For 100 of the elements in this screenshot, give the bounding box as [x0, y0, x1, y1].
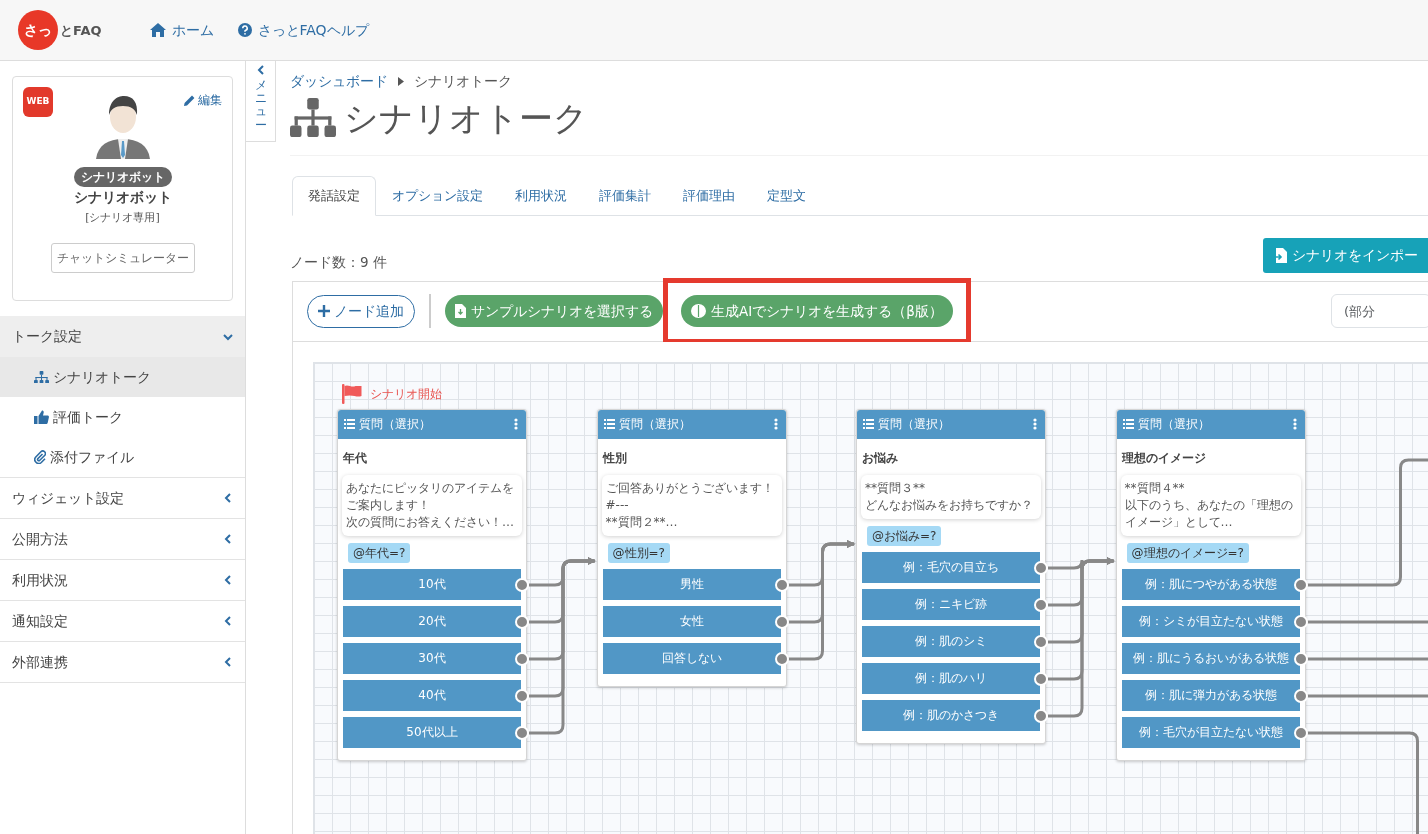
start-label: シナリオ開始	[370, 385, 442, 403]
sitemap-icon	[34, 370, 49, 384]
option-button[interactable]: 30代	[343, 642, 521, 674]
tab[interactable]: 利用状況	[499, 176, 583, 216]
option-button[interactable]: 例：肌のかさつき	[862, 699, 1040, 731]
node-title: 理想のイメージ	[1121, 449, 1207, 467]
node-type: 質問（選択）	[1137, 416, 1210, 434]
node-title: 年代	[343, 449, 368, 467]
message-line: **質問４**	[1124, 479, 1186, 497]
kebab-menu-icon[interactable]	[514, 418, 518, 431]
node-title: 性別	[602, 449, 628, 467]
sidebar-subitem[interactable]: 添付ファイル	[0, 437, 245, 477]
option-button[interactable]: 例：毛穴の目立ち	[862, 551, 1040, 583]
option-button[interactable]: 50代以上	[343, 716, 521, 748]
kebab-menu-icon[interactable]	[1033, 418, 1037, 431]
menu-toggle[interactable]: メニュー	[246, 61, 276, 142]
import-button[interactable]: シナリオをインポー	[1263, 237, 1428, 273]
help-icon	[237, 23, 252, 37]
message-line: あなたにピッタリのアイテムを	[346, 479, 515, 497]
sidebar-item[interactable]: トーク設定	[0, 316, 245, 357]
avatar-icon	[93, 93, 152, 159]
option-button[interactable]: 例：肌のシミ	[862, 625, 1040, 657]
sidebar-item[interactable]: ウィジェット設定	[0, 478, 245, 519]
role-badge: シナリオボット	[73, 167, 172, 188]
file-import-icon	[1273, 247, 1287, 263]
option-button[interactable]: 例：毛穴が目立たない状態	[1121, 716, 1300, 748]
node-title: お悩み	[862, 449, 899, 467]
variable-tag: @理想のイメージ=?	[1126, 542, 1249, 563]
node-card[interactable]: 質問（選択） お悩み **質問３** どんなお悩みをお持ちですか？ @お悩み=? 例：毛穴の目立ち 例：ニキビ跡 例：肌のシミ 例：肌のハリ 例：肌のかさつき	[856, 408, 1046, 744]
node-type: 質問（選択）	[618, 416, 691, 434]
message-line: ご案内します！	[346, 496, 431, 514]
thumbs-up-icon	[34, 410, 49, 424]
chevron-icon	[223, 657, 233, 667]
option-button[interactable]: 例：ニキビ跡	[862, 588, 1040, 620]
document-icon	[455, 304, 466, 319]
list-icon	[863, 419, 874, 430]
logo-mark: さっ	[18, 10, 58, 50]
list-icon	[1122, 419, 1134, 430]
bot-subtitle: [シナリオ専用]	[85, 210, 160, 227]
plus-icon	[318, 305, 330, 318]
nav-link[interactable]: ホーム	[149, 19, 214, 41]
node-card[interactable]: 質問（選択） 理想のイメージ **質問４** 以下のうち、あなたの「理想の イメージ」として… @理想のイメージ=? 例：肌につやがある状態 例：シミが目立たない状態 例：肌にうるおいがある状態 例：肌に弾力がある状態 例：毛穴が目立たない状態	[1115, 408, 1306, 761]
tab[interactable]: オプション設定	[376, 176, 499, 216]
breadcrumb-link[interactable]: ダッシュボード	[290, 71, 388, 92]
list-icon	[603, 419, 615, 430]
sidebar-subitem[interactable]: 評価トーク	[0, 397, 245, 437]
chevron-icon	[223, 534, 233, 544]
variable-tag: @お悩み=?	[867, 525, 942, 546]
node-type: 質問（選択）	[878, 416, 950, 434]
option-button[interactable]: 例：肌につやがある状態	[1121, 568, 1300, 600]
option-button[interactable]: 例：シミが目立たない状態	[1121, 605, 1300, 637]
option-button[interactable]: 男性	[602, 568, 781, 600]
message-line: 以下のうち、あなたの「理想の	[1124, 496, 1294, 514]
generate-ai-button[interactable]: 生成AIでシナリオを生成する（β版）	[681, 294, 953, 328]
kebab-menu-icon[interactable]	[1292, 418, 1297, 431]
option-button[interactable]: 10代	[343, 568, 521, 600]
add-node-button[interactable]: ノード追加	[307, 294, 415, 328]
chevron-icon	[223, 575, 233, 585]
nav-link[interactable]: さっとFAQヘルプ	[237, 19, 369, 41]
kebab-menu-icon[interactable]	[773, 418, 778, 431]
chat-simulator-button[interactable]: チャットシミュレーター	[50, 242, 195, 273]
sidebar-subitem[interactable]: シナリオトーク	[0, 357, 245, 397]
chevron-icon	[223, 493, 233, 503]
sitemap-icon	[290, 98, 336, 138]
option-button[interactable]: 例：肌に弾力がある状態	[1121, 679, 1300, 711]
tab[interactable]: 発話設定	[292, 176, 376, 216]
list-icon	[344, 419, 355, 430]
variable-tag: @年代=?	[348, 542, 411, 563]
sample-scenario-button[interactable]: サンプルシナリオを選択する	[445, 294, 663, 328]
sidebar-item[interactable]: 公開方法	[0, 519, 245, 560]
option-button[interactable]: 女性	[602, 605, 781, 637]
sidebar-item[interactable]: 外部連携	[0, 642, 245, 683]
pencil-icon	[184, 94, 195, 106]
chevron-icon	[223, 616, 233, 626]
page-title: シナリオトーク	[344, 100, 588, 135]
node-card[interactable]: 質問（選択） 性別 ご回答ありがとうございます！ #--- **質問２**… @性別=? 男性 女性 回答しない	[596, 408, 787, 687]
chevron-icon	[223, 331, 233, 342]
tab[interactable]: 評価理由	[667, 176, 751, 216]
search-field[interactable]: (部分	[1331, 294, 1428, 329]
breadcrumb-current: シナリオトーク	[414, 72, 512, 91]
message-line: イメージ」として…	[1124, 513, 1234, 531]
message-line: **質問２**…	[605, 513, 679, 531]
message-line: どんなお悩みをお持ちですか？	[865, 496, 1034, 514]
bot-name: シナリオボット	[73, 188, 172, 208]
option-button[interactable]: 40代	[343, 679, 521, 711]
edit-link[interactable]: 編集	[184, 91, 222, 109]
message-line: **質問３**	[865, 479, 926, 497]
option-button[interactable]: 回答しない	[602, 642, 781, 674]
option-button[interactable]: 例：肌のハリ	[862, 662, 1040, 694]
message-line: #---	[605, 496, 630, 514]
option-button[interactable]: 20代	[343, 605, 521, 637]
option-button[interactable]: 例：肌にうるおいがある状態	[1121, 642, 1300, 674]
sidebar-item[interactable]: 通知設定	[0, 601, 245, 642]
web-badge: WEB	[23, 87, 53, 117]
variable-tag: @性別=?	[607, 542, 670, 563]
sidebar-item[interactable]: 利用状況	[0, 560, 245, 601]
tab[interactable]: 定型文	[751, 176, 822, 216]
node-card[interactable]: 質問（選択） 年代 あなたにピッタリのアイテムを ご案内します！ 次の質問にお答えください！… @年代=? 10代 20代 30代 40代 50代以上	[337, 408, 527, 761]
tab[interactable]: 評価集計	[583, 176, 667, 216]
home-icon	[149, 23, 166, 37]
